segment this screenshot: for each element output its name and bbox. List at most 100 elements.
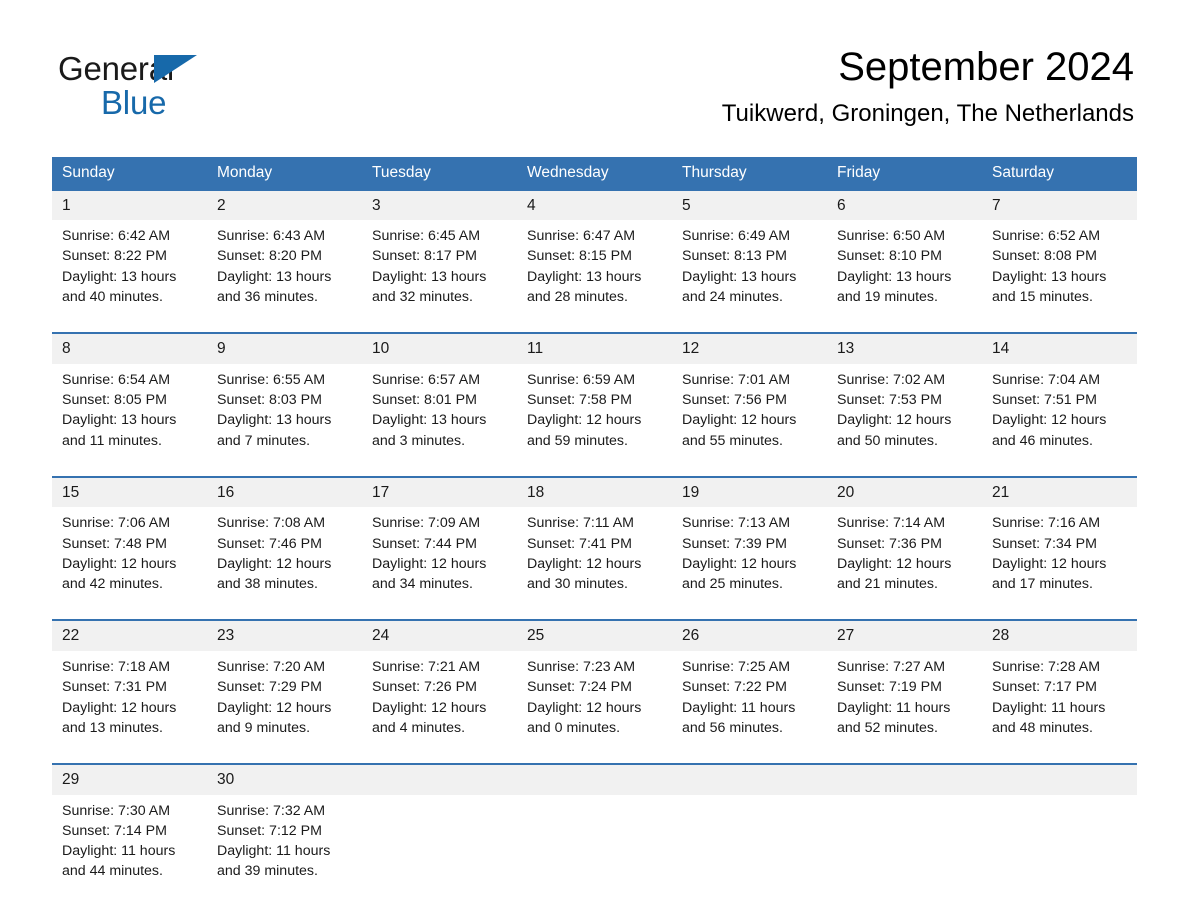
- day-number[interactable]: 2: [207, 190, 362, 221]
- daylight-text-line1: Daylight: 12 hours: [682, 555, 797, 572]
- sunset-text: Sunset: 7:41 PM: [527, 535, 632, 552]
- day-cell[interactable]: Sunrise: 6:42 AM Sunset: 8:22 PM Dayligh…: [52, 220, 207, 334]
- day-cell[interactable]: Sunrise: 6:43 AM Sunset: 8:20 PM Dayligh…: [207, 220, 362, 334]
- day-number[interactable]: 5: [672, 190, 827, 221]
- day-number[interactable]: 29: [52, 762, 207, 795]
- day-number[interactable]: 23: [207, 619, 362, 651]
- day-number[interactable]: 15: [52, 475, 207, 508]
- day-number[interactable]: 1: [52, 190, 207, 221]
- day-number[interactable]: 3: [362, 190, 517, 221]
- generalblue-logo: General Blue: [58, 52, 258, 122]
- day-cell[interactable]: Sunrise: 7:02 AM Sunset: 7:53 PM Dayligh…: [827, 363, 982, 477]
- day-cell[interactable]: Sunrise: 7:23 AM Sunset: 7:24 PM Dayligh…: [517, 650, 672, 764]
- day-number[interactable]: 13: [827, 332, 982, 364]
- day-cell[interactable]: Sunrise: 7:11 AM Sunset: 7:41 PM Dayligh…: [517, 507, 672, 621]
- daylight-text-line1: Daylight: 12 hours: [527, 699, 642, 716]
- day-number[interactable]: 11: [517, 332, 672, 364]
- day-cell[interactable]: Sunrise: 7:25 AM Sunset: 7:22 PM Dayligh…: [672, 650, 827, 764]
- sunset-text: Sunset: 7:29 PM: [217, 679, 322, 696]
- day-cell[interactable]: Sunrise: 7:27 AM Sunset: 7:19 PM Dayligh…: [827, 650, 982, 764]
- day-cell[interactable]: Sunrise: 6:50 AM Sunset: 8:10 PM Dayligh…: [827, 220, 982, 334]
- day-cell-empty: [672, 794, 827, 907]
- day-cell[interactable]: Sunrise: 6:54 AM Sunset: 8:05 PM Dayligh…: [52, 363, 207, 477]
- day-number[interactable]: 30: [207, 762, 362, 795]
- day-cell[interactable]: Sunrise: 6:57 AM Sunset: 8:01 PM Dayligh…: [362, 363, 517, 477]
- day-number[interactable]: 8: [52, 332, 207, 364]
- day-cell[interactable]: Sunrise: 7:28 AM Sunset: 7:17 PM Dayligh…: [982, 650, 1137, 764]
- day-number[interactable]: 7: [982, 190, 1137, 221]
- day-number[interactable]: 9: [207, 332, 362, 364]
- day-number[interactable]: 27: [827, 619, 982, 651]
- day-number[interactable]: 12: [672, 332, 827, 364]
- sunset-text: Sunset: 8:03 PM: [217, 392, 322, 409]
- day-number[interactable]: 20: [827, 475, 982, 508]
- day-number[interactable]: 16: [207, 475, 362, 508]
- daylight-text-line1: Daylight: 12 hours: [527, 555, 642, 572]
- daylight-text-line1: Daylight: 12 hours: [217, 555, 332, 572]
- day-number[interactable]: 22: [52, 619, 207, 651]
- day-number[interactable]: 6: [827, 190, 982, 221]
- day-cell[interactable]: Sunrise: 7:16 AM Sunset: 7:34 PM Dayligh…: [982, 507, 1137, 621]
- day-cell[interactable]: Sunrise: 7:20 AM Sunset: 7:29 PM Dayligh…: [207, 650, 362, 764]
- day-cell[interactable]: Sunrise: 7:09 AM Sunset: 7:44 PM Dayligh…: [362, 507, 517, 621]
- sunrise-text: Sunrise: 7:13 AM: [682, 515, 791, 532]
- daylight-text-line2: and 24 minutes.: [682, 289, 783, 306]
- day-cell[interactable]: Sunrise: 7:21 AM Sunset: 7:26 PM Dayligh…: [362, 650, 517, 764]
- day-cell[interactable]: Sunrise: 6:55 AM Sunset: 8:03 PM Dayligh…: [207, 363, 362, 477]
- day-number[interactable]: 26: [672, 619, 827, 651]
- logo-triangle-icon: [154, 55, 197, 83]
- calendar-page: General Blue September 2024 Tuikwerd, Gr…: [0, 0, 1188, 918]
- weekday-header-tuesday: Tuesday: [362, 157, 517, 191]
- week-info-row: Sunrise: 7:06 AM Sunset: 7:48 PM Dayligh…: [52, 507, 1137, 621]
- day-cell[interactable]: Sunrise: 7:04 AM Sunset: 7:51 PM Dayligh…: [982, 363, 1137, 477]
- sunrise-text: Sunrise: 6:52 AM: [992, 228, 1101, 245]
- day-cell[interactable]: Sunrise: 7:32 AM Sunset: 7:12 PM Dayligh…: [207, 794, 362, 907]
- day-cell[interactable]: Sunrise: 6:49 AM Sunset: 8:13 PM Dayligh…: [672, 220, 827, 334]
- day-number[interactable]: 14: [982, 332, 1137, 364]
- daylight-text-line1: Daylight: 12 hours: [62, 555, 177, 572]
- sunrise-text: Sunrise: 6:54 AM: [62, 371, 171, 388]
- sunrise-text: Sunrise: 7:23 AM: [527, 658, 636, 675]
- day-cell[interactable]: Sunrise: 7:06 AM Sunset: 7:48 PM Dayligh…: [52, 507, 207, 621]
- daylight-text-line1: Daylight: 12 hours: [682, 412, 797, 429]
- day-cell[interactable]: Sunrise: 7:30 AM Sunset: 7:14 PM Dayligh…: [52, 794, 207, 907]
- daylight-text-line1: Daylight: 12 hours: [837, 555, 952, 572]
- day-number[interactable]: 21: [982, 475, 1137, 508]
- day-number[interactable]: 17: [362, 475, 517, 508]
- daylight-text-line1: Daylight: 13 hours: [992, 268, 1107, 285]
- day-number[interactable]: 4: [517, 190, 672, 221]
- daylight-text-line1: Daylight: 13 hours: [217, 268, 332, 285]
- day-cell[interactable]: Sunrise: 7:08 AM Sunset: 7:46 PM Dayligh…: [207, 507, 362, 621]
- day-cell[interactable]: Sunrise: 7:14 AM Sunset: 7:36 PM Dayligh…: [827, 507, 982, 621]
- day-cell[interactable]: Sunrise: 6:47 AM Sunset: 8:15 PM Dayligh…: [517, 220, 672, 334]
- day-cell[interactable]: Sunrise: 6:52 AM Sunset: 8:08 PM Dayligh…: [982, 220, 1137, 334]
- sunset-text: Sunset: 8:22 PM: [62, 248, 167, 265]
- day-cell[interactable]: Sunrise: 7:13 AM Sunset: 7:39 PM Dayligh…: [672, 507, 827, 621]
- weekday-header-thursday: Thursday: [672, 157, 827, 191]
- day-number[interactable]: 28: [982, 619, 1137, 651]
- day-number-empty: [517, 762, 672, 795]
- logo-text-blue: Blue: [101, 84, 167, 121]
- day-number[interactable]: 24: [362, 619, 517, 651]
- daylight-text-line2: and 25 minutes.: [682, 576, 783, 593]
- day-number[interactable]: 19: [672, 475, 827, 508]
- calendar-header-row: Sunday Monday Tuesday Wednesday Thursday…: [52, 157, 1137, 191]
- day-cell[interactable]: Sunrise: 6:45 AM Sunset: 8:17 PM Dayligh…: [362, 220, 517, 334]
- daylight-text-line2: and 44 minutes.: [62, 863, 163, 880]
- day-cell[interactable]: Sunrise: 6:59 AM Sunset: 7:58 PM Dayligh…: [517, 363, 672, 477]
- page-title: September 2024: [838, 45, 1134, 89]
- sunrise-text: Sunrise: 6:50 AM: [837, 228, 946, 245]
- daylight-text-line2: and 11 minutes.: [62, 432, 162, 449]
- sunset-text: Sunset: 7:19 PM: [837, 679, 942, 696]
- sunset-text: Sunset: 7:26 PM: [372, 679, 477, 696]
- sunrise-text: Sunrise: 7:18 AM: [62, 658, 171, 675]
- day-number[interactable]: 10: [362, 332, 517, 364]
- daylight-text-line2: and 21 minutes.: [837, 576, 938, 593]
- day-number-empty: [672, 762, 827, 795]
- day-cell[interactable]: Sunrise: 7:01 AM Sunset: 7:56 PM Dayligh…: [672, 363, 827, 477]
- day-cell[interactable]: Sunrise: 7:18 AM Sunset: 7:31 PM Dayligh…: [52, 650, 207, 764]
- day-number[interactable]: 25: [517, 619, 672, 651]
- sunset-text: Sunset: 7:22 PM: [682, 679, 787, 696]
- day-cell-empty: [982, 794, 1137, 907]
- day-number[interactable]: 18: [517, 475, 672, 508]
